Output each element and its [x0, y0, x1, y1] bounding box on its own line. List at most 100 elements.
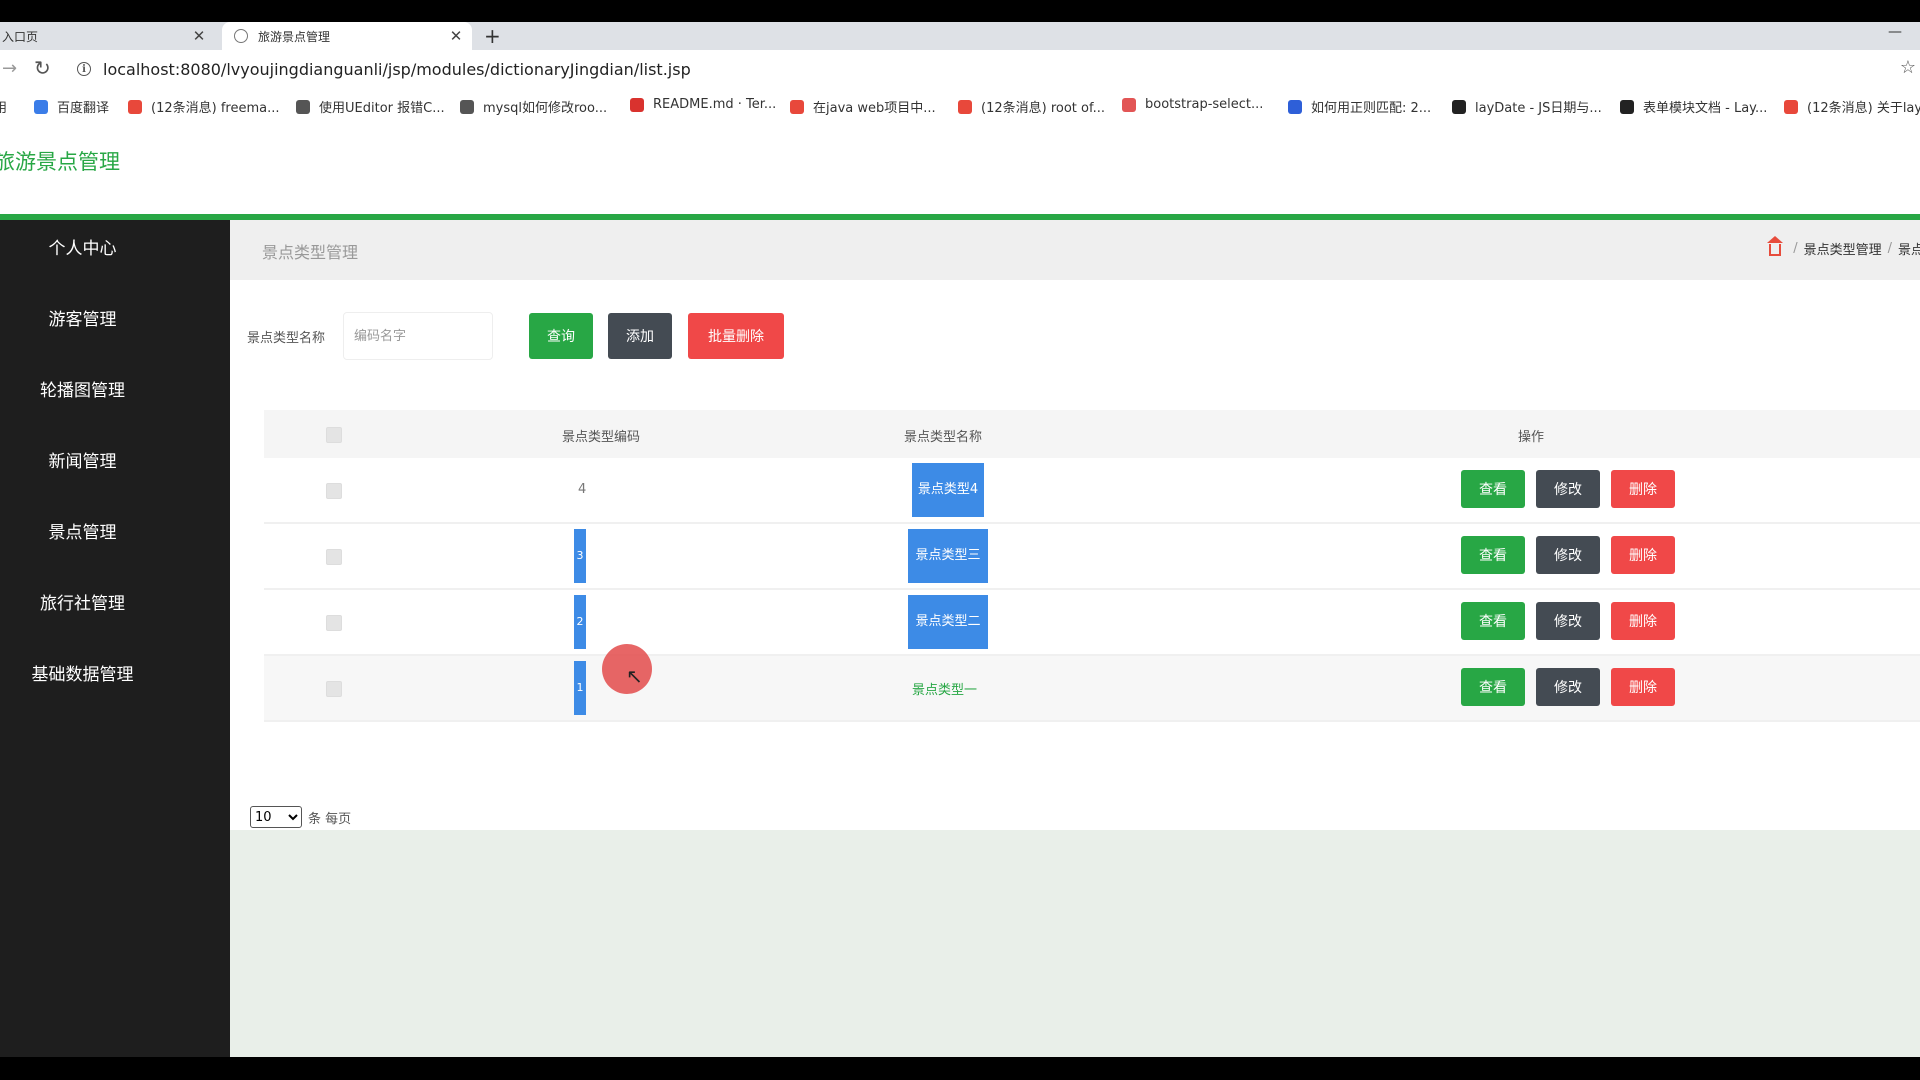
- bookmark-item[interactable]: (12条消息) 关于lay: [1784, 97, 1920, 116]
- bookmark-item[interactable]: (12条消息) root of...: [958, 97, 1105, 116]
- sidebar-item-carousel[interactable]: 轮播图管理: [0, 376, 165, 401]
- sidebar-item-base-data[interactable]: 基础数据管理: [0, 660, 165, 685]
- new-tab-icon[interactable]: +: [484, 22, 501, 50]
- edit-button[interactable]: 修改: [1536, 536, 1600, 574]
- bookmark-label: layDate - JS日期与...: [1475, 101, 1602, 116]
- breadcrumb-separator: /: [1793, 241, 1798, 256]
- baidu-translate-icon: [34, 99, 48, 114]
- sidebar: 个人中心游客管理轮播图管理新闻管理景点管理旅行社管理基础数据管理: [0, 220, 230, 1057]
- bookmark-label: (12条消息) freema...: [151, 101, 280, 116]
- name-cell: 景点类型一: [912, 683, 978, 698]
- main-content: 景点类型管理 / 景点类型管理 / 景点 景点类型名称 查询 添加 批量删除 景…: [230, 220, 1920, 1057]
- row-checkbox[interactable]: [326, 615, 342, 631]
- view-button[interactable]: 查看: [1461, 470, 1525, 508]
- row-checkbox[interactable]: [326, 681, 342, 697]
- sidebar-item-travel-agency[interactable]: 旅行社管理: [0, 589, 165, 614]
- row-checkbox[interactable]: [326, 483, 342, 499]
- browser-tab-active[interactable]: 旅游景点管理 ✕: [222, 22, 472, 50]
- add-button[interactable]: 添加: [608, 313, 672, 359]
- bookmark-item[interactable]: layDate - JS日期与...: [1452, 97, 1602, 116]
- browser-tab-strip: 入口页 ✕ 旅游景点管理 ✕ + —: [0, 22, 1920, 50]
- bookmark-label: bootstrap-select...: [1145, 97, 1264, 112]
- select-all-checkbox[interactable]: [326, 427, 342, 443]
- minimize-icon[interactable]: —: [1888, 24, 1902, 40]
- bookmarks-bar: 用 百度翻译 (12条消息) freema... 使用UEditor 报错C... my…: [0, 90, 1920, 123]
- browser-tab-entry[interactable]: 入口页 ✕: [0, 22, 215, 50]
- sidebar-item-attractions[interactable]: 景点管理: [0, 518, 165, 543]
- bookmark-label: (12条消息) 关于lay: [1807, 101, 1920, 116]
- view-button[interactable]: 查看: [1461, 602, 1525, 640]
- reload-icon[interactable]: ↻: [34, 56, 51, 80]
- header-actions: 操作: [1518, 430, 1545, 445]
- globe-icon: [234, 29, 248, 43]
- close-icon[interactable]: ✕: [189, 27, 209, 45]
- search-label: 景点类型名称: [247, 331, 326, 346]
- ueditor-icon: [296, 99, 310, 114]
- url-field[interactable]: localhost:8080/lvyoujingdianguanli/jsp/m…: [103, 60, 691, 79]
- bookmark-label: mysql如何修改roo...: [483, 101, 608, 116]
- bookmark-item[interactable]: (12条消息) freema...: [128, 97, 279, 116]
- code-cell: 3: [574, 529, 586, 583]
- cursor-icon: ↖: [626, 664, 643, 688]
- sidebar-item-visitors[interactable]: 游客管理: [0, 305, 165, 330]
- page-title: 景点类型管理: [262, 243, 359, 262]
- code-cell: 2: [574, 595, 586, 649]
- bookmark-item[interactable]: 表单模块文档 - Lay...: [1620, 97, 1767, 116]
- info-icon[interactable]: i: [77, 62, 91, 76]
- tab-title: 入口页: [2, 29, 39, 44]
- csdn-icon: [1784, 99, 1798, 114]
- bookmark-label: 用: [0, 97, 7, 116]
- address-bar: → ↻ i localhost:8080/lvyoujingdianguanli…: [0, 50, 1920, 90]
- forward-icon[interactable]: →: [2, 58, 17, 79]
- query-button[interactable]: 查询: [529, 313, 593, 359]
- page-size-suffix: 条 每页: [308, 811, 352, 827]
- layui-icon: [1620, 99, 1634, 114]
- bookmark-item[interactable]: 如何用正则匹配: 2...: [1288, 97, 1431, 116]
- breadcrumb-item[interactable]: 景点: [1898, 239, 1920, 258]
- name-cell: 景点类型三: [908, 529, 988, 583]
- breadcrumb-item[interactable]: 景点类型管理: [1804, 239, 1882, 258]
- csdn-icon: [958, 99, 972, 114]
- breadcrumb-bar: 景点类型管理 / 景点类型管理 / 景点: [230, 220, 1920, 280]
- name-cell: 景点类型4: [912, 463, 984, 517]
- table-row: 3 景点类型三 查看 修改 删除: [264, 524, 1920, 590]
- bookmark-label: 如何用正则匹配: 2...: [1311, 101, 1432, 116]
- layui-icon: [1452, 99, 1466, 114]
- bookmark-icon: [1122, 97, 1136, 112]
- breadcrumb: / 景点类型管理 / 景点: [1767, 236, 1920, 258]
- bookmark-item[interactable]: README.md · Ter...: [630, 97, 776, 112]
- breadcrumb-separator: /: [1887, 241, 1892, 256]
- search-input[interactable]: [343, 312, 493, 360]
- delete-button[interactable]: 删除: [1611, 602, 1675, 640]
- page-size-select[interactable]: 10: [250, 806, 302, 828]
- bookmark-label: (12条消息) root of...: [981, 101, 1105, 116]
- edit-button[interactable]: 修改: [1536, 602, 1600, 640]
- bookmark-item[interactable]: mysql如何修改roo...: [460, 97, 607, 116]
- bookmark-item[interactable]: 百度翻译: [34, 97, 109, 116]
- delete-button[interactable]: 删除: [1611, 536, 1675, 574]
- close-icon[interactable]: ✕: [446, 27, 466, 45]
- delete-button[interactable]: 删除: [1611, 668, 1675, 706]
- bookmark-item[interactable]: bootstrap-select...: [1122, 97, 1263, 112]
- bookmark-label: 表单模块文档 - Lay...: [1643, 101, 1768, 116]
- star-icon[interactable]: ☆: [1900, 57, 1916, 78]
- edit-button[interactable]: 修改: [1536, 470, 1600, 508]
- bookmark-item[interactable]: 在java web项目中...: [790, 97, 936, 116]
- view-button[interactable]: 查看: [1461, 668, 1525, 706]
- table-header: 景点类型编码 景点类型名称 操作: [264, 410, 1920, 458]
- view-button[interactable]: 查看: [1461, 536, 1525, 574]
- table-row: 2 景点类型二 查看 修改 删除: [264, 590, 1920, 656]
- bookmark-item[interactable]: 使用UEditor 报错C...: [296, 97, 445, 116]
- delete-button[interactable]: 删除: [1611, 470, 1675, 508]
- batch-delete-button[interactable]: 批量删除: [688, 313, 784, 359]
- csdn-icon: [128, 99, 142, 114]
- csdn-icon: [790, 99, 804, 114]
- home-icon[interactable]: [1767, 236, 1784, 256]
- bookmark-item[interactable]: 用: [0, 97, 7, 116]
- code-cell: 4: [578, 482, 587, 497]
- bookmark-label: 使用UEditor 报错C...: [319, 101, 445, 116]
- edit-button[interactable]: 修改: [1536, 668, 1600, 706]
- row-checkbox[interactable]: [326, 549, 342, 565]
- sidebar-item-profile[interactable]: 个人中心: [0, 234, 165, 259]
- sidebar-item-news[interactable]: 新闻管理: [0, 447, 165, 472]
